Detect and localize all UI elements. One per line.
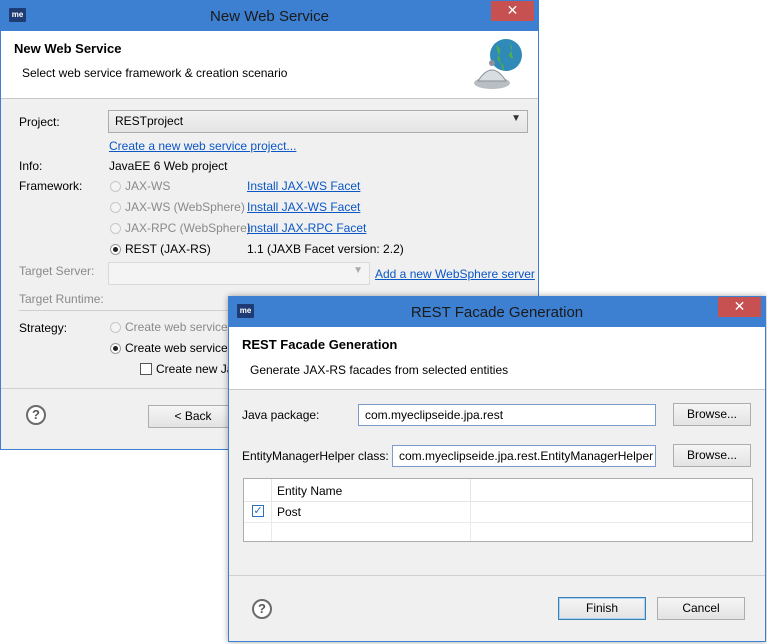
radio-jax-ws[interactable]: [110, 181, 121, 192]
rest-version-note: 1.1 (JAXB Facet version: 2.2): [247, 242, 404, 256]
chevron-down-icon: ▼: [511, 113, 521, 124]
column-divider: [271, 522, 272, 541]
column-divider: [470, 479, 471, 501]
entitymanagerhelper-browse-button[interactable]: Browse...: [673, 444, 751, 467]
table-header-row: Entity Name: [244, 479, 752, 502]
help-icon[interactable]: ?: [252, 599, 272, 619]
install-jax-ws-link[interactable]: Install JAX-WS Facet: [247, 179, 360, 193]
project-label: Project:: [19, 115, 60, 129]
framework-label: Framework:: [19, 179, 83, 193]
entity-table[interactable]: Entity Name ✓ Post: [243, 478, 753, 542]
strategy-separator: [19, 310, 229, 311]
radio-strategy-2[interactable]: [110, 343, 121, 354]
radio-rest-jax-rs[interactable]: [110, 244, 121, 255]
row-checkbox[interactable]: ✓: [252, 505, 264, 517]
table-row[interactable]: ✓ Post: [244, 501, 752, 523]
entitymanagerhelper-label: EntityManagerHelper class:: [242, 449, 389, 463]
header-title: New Web Service: [14, 41, 122, 56]
close-button[interactable]: ✕: [718, 297, 761, 317]
entity-name-cell: Post: [277, 505, 302, 519]
radio-strategy-1[interactable]: [110, 322, 121, 333]
radio-strategy-1-label: Create web service f: [125, 320, 235, 334]
rest-facade-generation-dialog: me REST Facade Generation ✕ REST Facade …: [228, 296, 766, 642]
header-subtitle: Select web service framework & creation …: [22, 66, 288, 80]
wizard-header: New Web Service Select web service frame…: [1, 31, 538, 99]
chevron-down-icon: ▼: [353, 265, 363, 276]
window-title: REST Facade Generation: [410, 304, 584, 321]
strategy-label: Strategy:: [19, 321, 68, 335]
create-project-link[interactable]: Create a new web service project...: [109, 139, 296, 153]
cancel-button[interactable]: Cancel: [657, 597, 745, 620]
info-value: JavaEE 6 Web project: [109, 159, 228, 173]
radio-jax-ws-label: JAX-WS: [125, 179, 171, 193]
radio-rest-jax-rs-label: REST (JAX-RS): [125, 242, 211, 256]
java-package-input[interactable]: com.myeclipseide.jpa.rest: [358, 404, 656, 426]
create-new-java-label: Create new Jav: [156, 362, 240, 376]
java-package-browse-button[interactable]: Browse...: [673, 403, 751, 426]
title-bar[interactable]: me REST Facade Generation ✕: [229, 297, 765, 327]
header-subtitle: Generate JAX-RS facades from selected en…: [250, 363, 509, 377]
install-jax-rpc-link[interactable]: Install JAX-RPC Facet: [247, 221, 366, 235]
back-button[interactable]: < Back: [148, 405, 238, 428]
column-header-entity-name[interactable]: Entity Name: [277, 484, 342, 498]
help-icon[interactable]: ?: [26, 405, 46, 425]
install-jax-ws-websphere-link[interactable]: Install JAX-WS Facet: [247, 200, 360, 214]
project-select-value: RESTproject: [115, 114, 184, 128]
create-new-java-checkbox[interactable]: [140, 363, 152, 375]
web-service-globe-icon: [474, 39, 522, 89]
target-server-select[interactable]: ▼: [108, 262, 370, 285]
wizard-header: REST Facade Generation Generate JAX-RS f…: [229, 327, 765, 390]
info-label: Info:: [19, 159, 43, 173]
header-title: REST Facade Generation: [242, 337, 398, 352]
title-bar[interactable]: me New Web Service ✕: [1, 1, 538, 31]
radio-jax-ws-websphere-label: JAX-WS (WebSphere): [125, 200, 245, 214]
footer-separator: [1, 388, 231, 389]
column-divider: [271, 501, 272, 522]
column-divider: [470, 522, 471, 541]
target-server-label: Target Server:: [19, 264, 95, 278]
footer-separator: [229, 575, 765, 576]
radio-jax-rpc-websphere[interactable]: [110, 223, 121, 234]
radio-jax-rpc-websphere-label: JAX-RPC (WebSphere): [125, 221, 251, 235]
finish-button[interactable]: Finish: [558, 597, 646, 620]
add-websphere-server-link[interactable]: Add a new WebSphere server: [375, 267, 535, 281]
radio-strategy-2-label: Create web service f: [125, 341, 235, 355]
target-runtime-label: Target Runtime:: [19, 292, 104, 306]
window-title: New Web Service: [210, 8, 329, 25]
column-divider: [470, 501, 471, 522]
java-package-label: Java package:: [242, 408, 320, 422]
column-divider: [271, 479, 272, 501]
project-select[interactable]: RESTproject ▼: [108, 110, 528, 133]
radio-jax-ws-websphere[interactable]: [110, 202, 121, 213]
close-button[interactable]: ✕: [491, 1, 534, 21]
entitymanagerhelper-input[interactable]: com.myeclipseide.jpa.rest.EntityManagerH…: [392, 445, 656, 467]
